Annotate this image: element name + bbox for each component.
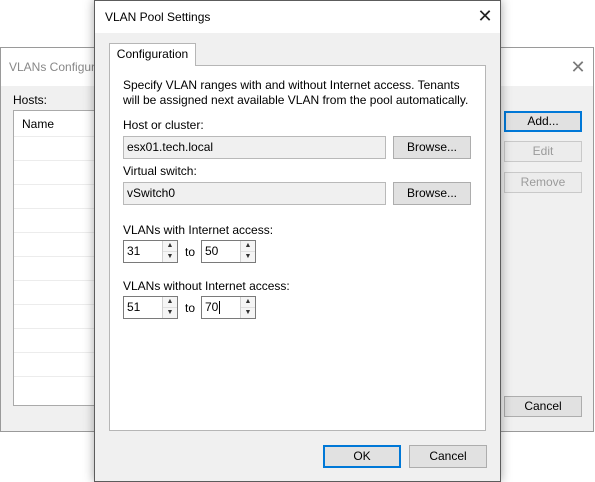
vlan-pool-settings-dialog: VLAN Pool Settings ✕ Configuration Speci… (94, 0, 501, 482)
list-row (14, 208, 96, 209)
list-row (14, 184, 96, 185)
description-text: Specify VLAN ranges with and without Int… (123, 78, 469, 107)
stepper-value: 70 (205, 297, 221, 318)
close-icon[interactable]: ✕ (473, 4, 497, 28)
list-row (14, 232, 96, 233)
stepper-value: 50 (205, 244, 219, 258)
list-row (14, 256, 96, 257)
list-row (14, 136, 96, 137)
list-row (14, 352, 96, 353)
list-row (14, 376, 96, 377)
to-label: to (185, 301, 196, 315)
ok-button[interactable]: OK (323, 445, 401, 468)
chevron-up-icon[interactable]: ▲ (163, 241, 177, 252)
hosts-list[interactable]: Name (13, 110, 97, 406)
without-internet-from-stepper[interactable]: 51 ▲ ▼ (123, 296, 178, 319)
host-or-cluster-field: esx01.tech.local (123, 136, 386, 159)
chevron-down-icon[interactable]: ▼ (241, 308, 255, 318)
list-header-name: Name (22, 117, 55, 131)
virtual-switch-browse-button[interactable]: Browse... (393, 182, 471, 205)
hosts-label: Hosts: (13, 93, 48, 107)
chevron-up-icon[interactable]: ▲ (163, 297, 177, 308)
stepper-arrows: ▲ ▼ (162, 297, 177, 318)
chevron-down-icon[interactable]: ▼ (163, 308, 177, 318)
stepper-value-text: 70 (205, 300, 219, 314)
remove-button[interactable]: Remove (504, 172, 582, 193)
cancel-button[interactable]: Cancel (409, 445, 487, 468)
without-internet-to-stepper[interactable]: 70 ▲ ▼ (201, 296, 256, 319)
host-or-cluster-label: Host or cluster: (123, 118, 204, 132)
with-internet-to-stepper[interactable]: 50 ▲ ▼ (201, 240, 256, 263)
list-row (14, 160, 96, 161)
chevron-up-icon[interactable]: ▲ (241, 241, 255, 252)
vlans-without-internet-label: VLANs without Internet access: (123, 279, 290, 293)
chevron-down-icon[interactable]: ▼ (241, 252, 255, 262)
to-label: to (185, 245, 196, 259)
stepper-arrows: ▲ ▼ (240, 297, 255, 318)
stepper-arrows: ▲ ▼ (162, 241, 177, 262)
vlans-with-internet-label: VLANs with Internet access: (123, 223, 274, 237)
background-window-title: VLANs Configur (9, 60, 96, 74)
virtual-switch-field: vSwitch0 (123, 182, 386, 205)
tab-configuration[interactable]: Configuration (109, 43, 196, 66)
virtual-switch-label: Virtual switch: (123, 164, 197, 178)
text-caret (219, 301, 221, 315)
list-row (14, 328, 96, 329)
list-row (14, 304, 96, 305)
chevron-up-icon[interactable]: ▲ (241, 297, 255, 308)
configuration-panel: Specify VLAN ranges with and without Int… (109, 65, 486, 431)
stepper-arrows: ▲ ▼ (240, 241, 255, 262)
dialog-title-bar: VLAN Pool Settings ✕ (95, 1, 500, 33)
chevron-down-icon[interactable]: ▼ (163, 252, 177, 262)
list-row (14, 280, 96, 281)
host-browse-button[interactable]: Browse... (393, 136, 471, 159)
dialog-title: VLAN Pool Settings (105, 10, 211, 24)
add-button[interactable]: Add... (504, 111, 582, 132)
stepper-value: 51 (127, 300, 141, 314)
stepper-value: 31 (127, 244, 141, 258)
with-internet-from-stepper[interactable]: 31 ▲ ▼ (123, 240, 178, 263)
close-icon[interactable]: ✕ (566, 55, 590, 79)
edit-button[interactable]: Edit (504, 141, 582, 162)
background-cancel-button[interactable]: Cancel (504, 396, 582, 417)
